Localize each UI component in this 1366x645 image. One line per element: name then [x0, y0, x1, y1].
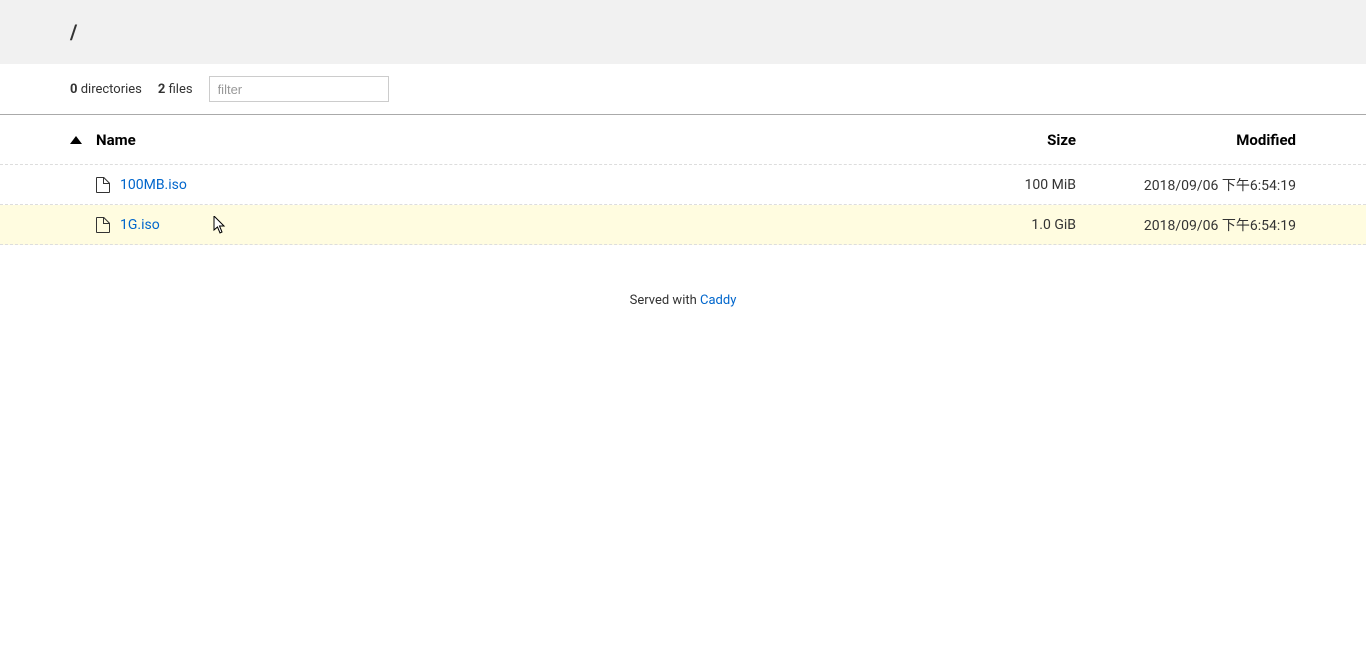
column-header-name[interactable]: Name — [96, 131, 966, 149]
file-icon — [96, 217, 110, 233]
footer: Served with Caddy — [0, 245, 1366, 328]
column-header-modified[interactable]: Modified — [1076, 131, 1296, 149]
caddy-link[interactable]: Caddy — [700, 293, 736, 308]
file-size: 100 MiB — [966, 177, 1076, 193]
file-listing: Name Size Modified 100MB.iso100 MiB2018/… — [0, 115, 1366, 245]
sort-ascending-icon[interactable] — [70, 136, 82, 144]
file-modified: 2018/09/06 下午6:54:19 — [1076, 175, 1296, 195]
file-icon — [96, 177, 110, 193]
file-count: 2 files — [158, 82, 193, 97]
table-header: Name Size Modified — [0, 115, 1366, 165]
filter-input[interactable] — [209, 76, 389, 102]
toolbar: 0 directories 2 files — [0, 64, 1366, 115]
file-link[interactable]: 100MB.iso — [120, 177, 187, 193]
breadcrumb[interactable]: / — [0, 0, 1366, 64]
directory-count: 0 directories — [70, 82, 142, 97]
file-size: 1.0 GiB — [966, 217, 1076, 233]
file-modified: 2018/09/06 下午6:54:19 — [1076, 215, 1296, 235]
table-row: 1G.iso 1.0 GiB2018/09/06 下午6:54:19 — [0, 205, 1366, 245]
file-link[interactable]: 1G.iso — [120, 217, 160, 233]
table-row: 100MB.iso 100 MiB2018/09/06 下午6:54:19 — [0, 165, 1366, 205]
column-header-size[interactable]: Size — [966, 131, 1076, 149]
